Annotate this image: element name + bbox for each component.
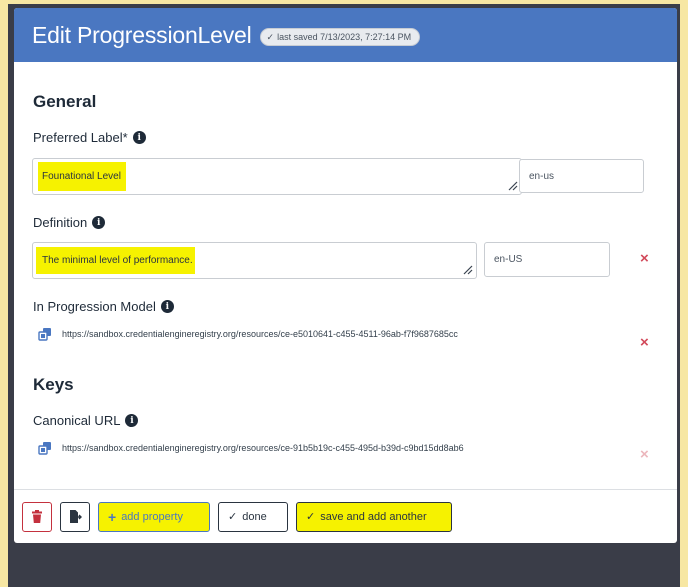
delete-button[interactable] [22, 501, 52, 532]
section-heading-general: General [33, 92, 97, 111]
check-icon: ✓ [266, 31, 275, 42]
preferred-label-label-text: Preferred Label* [33, 130, 128, 145]
definition-label-text: Definition [33, 215, 88, 230]
remove-definition-close-icon[interactable]: × [640, 251, 649, 266]
file-export-icon [69, 510, 82, 523]
definition-lang-input[interactable]: en-US [484, 242, 610, 277]
dialog-footer: + add property ✓ done ✓ save and add ano… [14, 489, 677, 543]
trash-icon [32, 510, 42, 523]
remove-progression-model-close-icon[interactable]: × [640, 335, 649, 350]
info-icon[interactable]: i [132, 131, 146, 144]
add-property-button[interactable]: + add property [98, 501, 210, 532]
dialog-header: Edit ProgressionLevel ✓ last saved 7/13/… [14, 8, 677, 62]
section-heading-keys: Keys [33, 375, 74, 394]
canonical-url-link-row: https://sandbox.credentialengineregistry… [38, 441, 464, 455]
last-saved-badge: ✓ last saved 7/13/2023, 7:27:14 PM [259, 28, 421, 46]
canonical-url-label-text: Canonical URL [33, 413, 121, 428]
save-and-add-another-button[interactable]: ✓ save and add another [296, 501, 452, 532]
info-icon[interactable]: i [92, 216, 106, 229]
info-icon[interactable]: i [160, 300, 174, 313]
add-property-label: add property [121, 510, 183, 523]
progression-model-label: In Progression Model i [33, 299, 174, 314]
last-saved-text: last saved 7/13/2023, 7:27:14 PM [277, 32, 412, 42]
dialog-title: Edit ProgressionLevel [32, 21, 252, 48]
canonical-url-value[interactable]: https://sandbox.credentialengineregistry… [62, 443, 464, 453]
edit-dialog: Edit ProgressionLevel ✓ last saved 7/13/… [14, 8, 677, 543]
external-link-icon[interactable] [38, 441, 52, 455]
definition-label: Definition i [33, 215, 106, 230]
progression-model-label-text: In Progression Model [33, 299, 156, 314]
export-button[interactable] [60, 501, 90, 532]
resize-handle-icon[interactable] [508, 181, 518, 191]
external-link-icon[interactable] [38, 327, 52, 341]
progression-model-url[interactable]: https://sandbox.credentialengineregistry… [62, 329, 458, 339]
remove-canonical-url-close-icon[interactable]: × [640, 447, 649, 462]
check-icon: ✓ [306, 511, 316, 523]
info-icon[interactable]: i [125, 414, 139, 427]
preferred-label-label: Preferred Label* i [33, 130, 146, 145]
save-and-add-another-label: save and add another [320, 510, 427, 523]
definition-input[interactable]: The minimal level of performance. [32, 242, 477, 279]
dialog-body: General Preferred Label* i Founational L… [14, 62, 677, 489]
preferred-label-value: Founational Level [38, 162, 126, 191]
check-icon: ✓ [228, 511, 238, 523]
progression-model-link-row: https://sandbox.credentialengineregistry… [38, 327, 458, 341]
done-button[interactable]: ✓ done [218, 501, 288, 532]
done-label: done [242, 510, 267, 523]
preferred-label-input[interactable]: Founational Level [32, 158, 522, 195]
canonical-url-label: Canonical URL i [33, 413, 139, 428]
definition-value: The minimal level of performance. [36, 247, 195, 274]
plus-icon: + [108, 508, 117, 525]
resize-handle-icon[interactable] [463, 265, 473, 275]
preferred-label-lang-input[interactable]: en-us [519, 159, 644, 193]
